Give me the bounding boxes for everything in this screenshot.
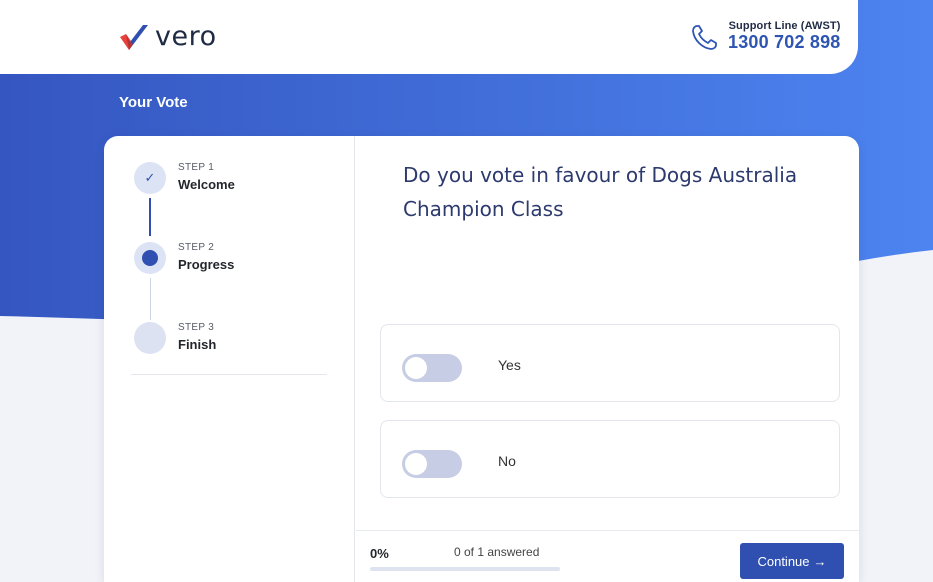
progress-percent: 0%: [370, 546, 389, 561]
step-connector-1: [149, 198, 151, 236]
option-label: Yes: [498, 357, 521, 373]
step-number: STEP 1: [178, 162, 215, 173]
step-welcome: ✓ STEP 1 Welcome: [134, 162, 334, 202]
step-name: Progress: [178, 257, 235, 272]
progress-bar: [370, 567, 560, 571]
option-label: No: [498, 453, 516, 469]
no-toggle[interactable]: [402, 450, 462, 478]
arrow-right-icon: →: [813, 553, 827, 569]
checkmark-icon: ✓: [134, 162, 166, 194]
support-line[interactable]: Support Line (AWST) 1300 702 898: [690, 20, 841, 53]
step-connector-2: [150, 278, 151, 320]
support-label: Support Line (AWST): [728, 20, 841, 32]
vero-logo[interactable]: vero: [117, 21, 217, 53]
question-text: Do you vote in favour of Dogs Australia …: [403, 163, 798, 221]
step-number: STEP 3: [178, 322, 215, 333]
logo-text: vero: [155, 21, 217, 52]
toggle-knob: [405, 357, 427, 379]
steps-divider: [131, 374, 327, 375]
check-mark-logo-icon: [120, 24, 148, 50]
yes-toggle[interactable]: [402, 354, 462, 382]
support-number[interactable]: 1300 702 898: [728, 32, 841, 53]
option-no[interactable]: No: [380, 420, 840, 498]
steps-panel: ✓ STEP 1 Welcome STEP 2 Progress STEP 3 …: [104, 136, 355, 582]
page-title: Your Vote: [119, 94, 188, 111]
continue-label: Continue: [757, 553, 810, 569]
header-bar: vero Support Line (AWST) 1300 702 898: [0, 0, 858, 74]
step-finish: STEP 3 Finish: [134, 322, 334, 362]
phone-icon: [692, 24, 717, 50]
option-yes[interactable]: Yes: [380, 324, 840, 402]
pending-step-circle-icon: [134, 322, 166, 354]
vote-card: ✓ STEP 1 Welcome STEP 2 Progress STEP 3 …: [104, 136, 859, 582]
step-number: STEP 2: [178, 242, 215, 253]
step-name: Welcome: [178, 177, 235, 192]
continue-button[interactable]: Continue →: [740, 543, 844, 579]
answered-count: 0 of 1 answered: [454, 545, 540, 559]
progress-footer: 0% 0 of 1 answered Continue →: [356, 530, 859, 582]
active-step-dot-icon: [134, 242, 166, 274]
step-name: Finish: [178, 337, 217, 352]
step-progress: STEP 2 Progress: [134, 242, 334, 282]
toggle-knob: [405, 453, 427, 475]
